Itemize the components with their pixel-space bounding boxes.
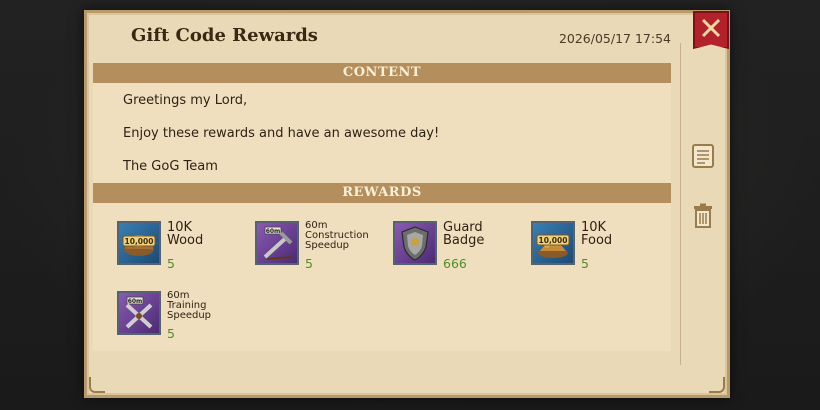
reward-item[interactable]: 10,000 10K Food 5: [531, 221, 661, 271]
close-button[interactable]: [693, 11, 729, 49]
reward-quantity: 5: [167, 256, 175, 271]
reward-name: 10K Wood: [167, 220, 204, 248]
message-line: The GoG Team: [123, 159, 218, 174]
reward-quantity: 5: [305, 256, 313, 271]
reward-item[interactable]: 10,000 10K Wood 5: [117, 221, 247, 271]
reward-quantity: 5: [581, 256, 589, 271]
reward-name: 10K Food: [581, 220, 613, 248]
food-icon: 10,000: [531, 221, 575, 265]
corner-ornament: [89, 377, 105, 393]
construction-speedup-icon: 60m: [255, 221, 299, 265]
message-line: Enjoy these rewards and have an awesome …: [123, 126, 440, 141]
reward-item[interactable]: 60m 60m Training Speedup 5: [117, 291, 247, 341]
reward-quantity: 666: [443, 256, 467, 271]
reward-item[interactable]: 60m 60m Construction Speedup 5: [255, 221, 385, 271]
close-icon: [701, 18, 721, 38]
note-button[interactable]: [691, 143, 715, 169]
rewards-header: REWARDS: [93, 183, 671, 203]
wood-icon: 10,000: [117, 221, 161, 265]
guard-badge-icon: [393, 221, 437, 265]
reward-badge: 60m: [128, 298, 143, 305]
reward-badge: 60m: [266, 228, 281, 235]
trash-icon: [694, 203, 712, 228]
mail-timestamp: 2026/05/17 17:54: [558, 31, 671, 46]
reward-quantity: 5: [167, 326, 175, 341]
content-header: CONTENT: [93, 63, 671, 83]
reward-badge: 10,000: [539, 236, 568, 245]
mail-title: Gift Code Rewards: [131, 25, 318, 46]
reward-badge: 10,000: [125, 237, 154, 246]
scrollbar[interactable]: [680, 43, 681, 365]
reward-name: 60m Training Speedup: [167, 290, 212, 321]
message-line: Greetings my Lord,: [123, 93, 248, 108]
mail-panel: Gift Code Rewards 2026/05/17 17:54 CONTE…: [84, 10, 730, 398]
training-speedup-icon: 60m: [117, 291, 161, 335]
reward-item[interactable]: Guard Badge 666: [393, 221, 523, 271]
reward-name: 60m Construction Speedup: [305, 220, 369, 251]
reward-name: Guard Badge: [443, 220, 485, 248]
delete-button[interactable]: [691, 203, 715, 229]
scroll-note-icon: [692, 144, 714, 168]
mail-body: CONTENT Greetings my Lord, Enjoy these r…: [93, 63, 671, 351]
corner-ornament: [709, 377, 725, 393]
